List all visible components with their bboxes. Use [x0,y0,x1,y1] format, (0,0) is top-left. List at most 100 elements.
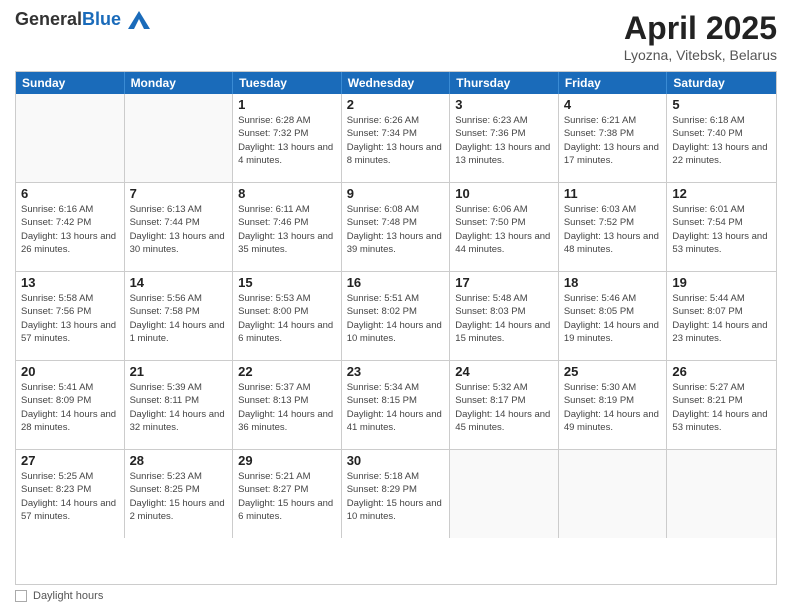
day-number: 1 [238,97,336,112]
cal-cell: 10 Sunrise: 6:06 AM Sunset: 7:50 PM Dayli… [450,183,559,271]
day-number: 18 [564,275,662,290]
cal-header-cell: Tuesday [233,72,342,94]
day-number: 10 [455,186,553,201]
day-info: Sunrise: 5:46 AM Sunset: 8:05 PM Dayligh… [564,292,662,345]
day-number: 16 [347,275,445,290]
day-info: Sunrise: 5:39 AM Sunset: 8:11 PM Dayligh… [130,381,228,434]
day-info: Sunrise: 6:26 AM Sunset: 7:34 PM Dayligh… [347,114,445,167]
day-info: Sunrise: 6:18 AM Sunset: 7:40 PM Dayligh… [672,114,771,167]
cal-cell: 29Sunrise: 5:21 AM Sunset: 8:27 PM Dayli… [233,450,342,538]
cal-row: 1 Sunrise: 6:28 AM Sunset: 7:32 PM Daylig… [16,94,776,183]
day-number: 12 [672,186,771,201]
day-info: Sunrise: 6:01 AM Sunset: 7:54 PM Dayligh… [672,203,771,256]
cal-header-cell: Monday [125,72,234,94]
cal-cell [450,450,559,538]
cal-cell: 16Sunrise: 5:51 AM Sunset: 8:02 PM Dayli… [342,272,451,360]
cal-cell: 22Sunrise: 5:37 AM Sunset: 8:13 PM Dayli… [233,361,342,449]
cal-cell [16,94,125,182]
cal-cell: 15Sunrise: 5:53 AM Sunset: 8:00 PM Dayli… [233,272,342,360]
day-info: Sunrise: 5:58 AM Sunset: 7:56 PM Dayligh… [21,292,119,345]
day-number: 15 [238,275,336,290]
cal-header-cell: Saturday [667,72,776,94]
day-number: 28 [130,453,228,468]
day-info: Sunrise: 5:30 AM Sunset: 8:19 PM Dayligh… [564,381,662,434]
day-number: 22 [238,364,336,379]
cal-cell: 26 Sunrise: 5:27 AM Sunset: 8:21 PM Dayli… [667,361,776,449]
cal-cell: 24Sunrise: 5:32 AM Sunset: 8:17 PM Dayli… [450,361,559,449]
cal-cell: 7 Sunrise: 6:13 AM Sunset: 7:44 PM Daylig… [125,183,234,271]
cal-cell: 14Sunrise: 5:56 AM Sunset: 7:58 PM Dayli… [125,272,234,360]
cal-row: 20 Sunrise: 5:41 AM Sunset: 8:09 PM Dayli… [16,361,776,450]
cal-cell: 8 Sunrise: 6:11 AM Sunset: 7:46 PM Daylig… [233,183,342,271]
cal-row: 13Sunrise: 5:58 AM Sunset: 7:56 PM Dayli… [16,272,776,361]
day-number: 9 [347,186,445,201]
cal-cell: 2 Sunrise: 6:26 AM Sunset: 7:34 PM Daylig… [342,94,451,182]
cal-cell: 19 Sunrise: 5:44 AM Sunset: 8:07 PM Dayli… [667,272,776,360]
cal-row: 27Sunrise: 5:25 AM Sunset: 8:23 PM Dayli… [16,450,776,538]
cal-header-cell: Thursday [450,72,559,94]
day-number: 7 [130,186,228,201]
calendar: SundayMondayTuesdayWednesdayThursdayFrid… [15,71,777,585]
cal-cell: 27Sunrise: 5:25 AM Sunset: 8:23 PM Dayli… [16,450,125,538]
day-info: Sunrise: 6:13 AM Sunset: 7:44 PM Dayligh… [130,203,228,256]
footer: Daylight hours [15,590,777,602]
day-number: 30 [347,453,445,468]
cal-cell: 25Sunrise: 5:30 AM Sunset: 8:19 PM Dayli… [559,361,668,449]
day-info: Sunrise: 6:28 AM Sunset: 7:32 PM Dayligh… [238,114,336,167]
day-info: Sunrise: 6:11 AM Sunset: 7:46 PM Dayligh… [238,203,336,256]
cal-cell: 28 Sunrise: 5:23 AM Sunset: 8:25 PM Dayli… [125,450,234,538]
day-number: 29 [238,453,336,468]
cal-cell: 11Sunrise: 6:03 AM Sunset: 7:52 PM Dayli… [559,183,668,271]
page: GeneralBlue April 2025 Lyozna, Vitebsk, … [0,0,792,612]
day-info: Sunrise: 5:32 AM Sunset: 8:17 PM Dayligh… [455,381,553,434]
day-number: 2 [347,97,445,112]
day-info: Sunrise: 5:23 AM Sunset: 8:25 PM Dayligh… [130,470,228,523]
day-number: 6 [21,186,119,201]
cal-header-cell: Sunday [16,72,125,94]
day-number: 5 [672,97,771,112]
day-number: 21 [130,364,228,379]
day-number: 14 [130,275,228,290]
cal-cell: 6 Sunrise: 6:16 AM Sunset: 7:42 PM Daylig… [16,183,125,271]
day-number: 23 [347,364,445,379]
cal-cell: 9 Sunrise: 6:08 AM Sunset: 7:48 PM Daylig… [342,183,451,271]
calendar-header: SundayMondayTuesdayWednesdayThursdayFrid… [16,72,776,94]
day-info: Sunrise: 6:08 AM Sunset: 7:48 PM Dayligh… [347,203,445,256]
month-year: April 2025 [624,10,777,47]
day-info: Sunrise: 6:23 AM Sunset: 7:36 PM Dayligh… [455,114,553,167]
day-number: 20 [21,364,119,379]
day-info: Sunrise: 5:18 AM Sunset: 8:29 PM Dayligh… [347,470,445,523]
day-info: Sunrise: 5:44 AM Sunset: 8:07 PM Dayligh… [672,292,771,345]
footer-label: Daylight hours [33,590,103,602]
cal-cell: 18 Sunrise: 5:46 AM Sunset: 8:05 PM Dayli… [559,272,668,360]
cal-cell: 13Sunrise: 5:58 AM Sunset: 7:56 PM Dayli… [16,272,125,360]
cal-cell: 21 Sunrise: 5:39 AM Sunset: 8:11 PM Dayli… [125,361,234,449]
cal-cell: 3 Sunrise: 6:23 AM Sunset: 7:36 PM Daylig… [450,94,559,182]
day-number: 8 [238,186,336,201]
day-number: 26 [672,364,771,379]
day-info: Sunrise: 6:16 AM Sunset: 7:42 PM Dayligh… [21,203,119,256]
cal-cell: 1 Sunrise: 6:28 AM Sunset: 7:32 PM Daylig… [233,94,342,182]
cal-header-cell: Friday [559,72,668,94]
cal-header-cell: Wednesday [342,72,451,94]
day-number: 3 [455,97,553,112]
day-info: Sunrise: 6:06 AM Sunset: 7:50 PM Dayligh… [455,203,553,256]
day-info: Sunrise: 5:25 AM Sunset: 8:23 PM Dayligh… [21,470,119,523]
day-info: Sunrise: 5:41 AM Sunset: 8:09 PM Dayligh… [21,381,119,434]
day-info: Sunrise: 5:27 AM Sunset: 8:21 PM Dayligh… [672,381,771,434]
logo: GeneralBlue [15,10,150,30]
cal-cell: 12 Sunrise: 6:01 AM Sunset: 7:54 PM Dayli… [667,183,776,271]
day-info: Sunrise: 6:21 AM Sunset: 7:38 PM Dayligh… [564,114,662,167]
cal-cell: 20 Sunrise: 5:41 AM Sunset: 8:09 PM Dayli… [16,361,125,449]
logo-general: GeneralBlue [15,10,150,30]
header: GeneralBlue April 2025 Lyozna, Vitebsk, … [15,10,777,63]
cal-cell [125,94,234,182]
title-section: April 2025 Lyozna, Vitebsk, Belarus [624,10,777,63]
day-number: 4 [564,97,662,112]
calendar-body: 1 Sunrise: 6:28 AM Sunset: 7:32 PM Daylig… [16,94,776,538]
cal-cell [667,450,776,538]
day-info: Sunrise: 5:48 AM Sunset: 8:03 PM Dayligh… [455,292,553,345]
location: Lyozna, Vitebsk, Belarus [624,47,777,63]
day-number: 19 [672,275,771,290]
cal-cell: 23Sunrise: 5:34 AM Sunset: 8:15 PM Dayli… [342,361,451,449]
